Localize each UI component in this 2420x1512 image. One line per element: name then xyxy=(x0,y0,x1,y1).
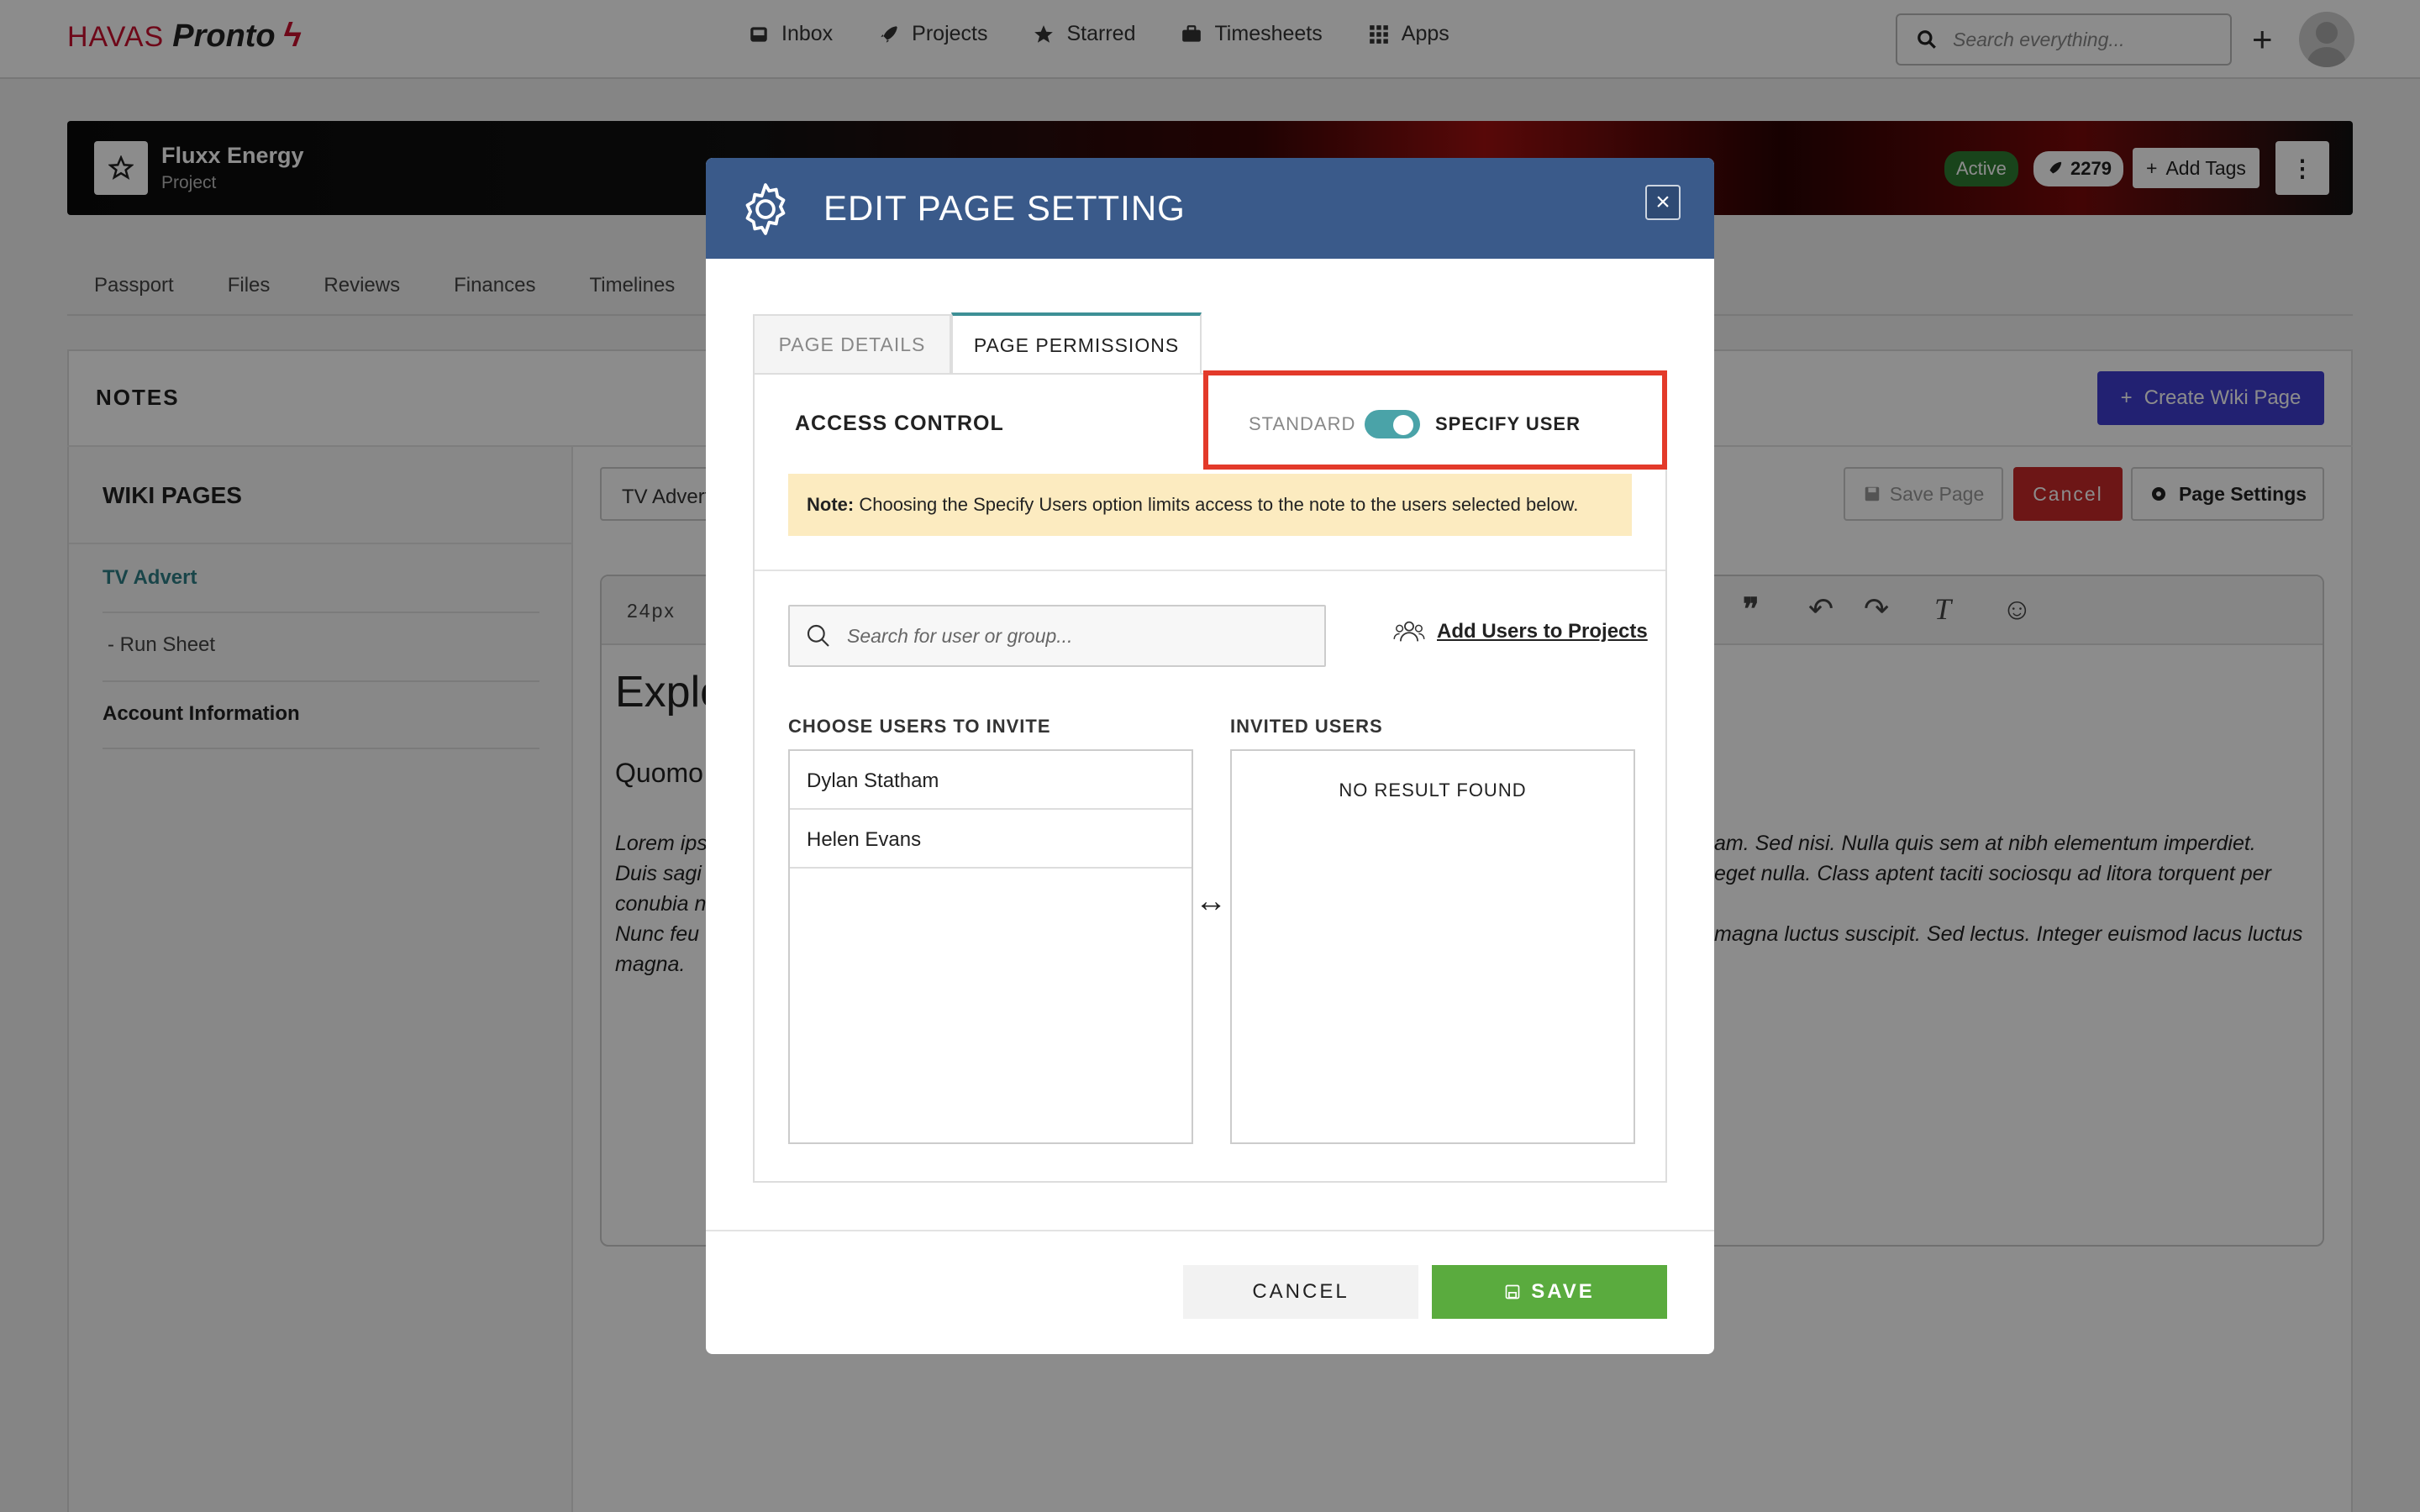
invited-users-list xyxy=(1230,749,1635,1144)
invited-users-heading: INVITED USERS xyxy=(1230,716,1383,737)
close-icon[interactable]: × xyxy=(1645,185,1681,220)
permissions-note: Note: Choosing the Specify Users option … xyxy=(788,474,1632,536)
user-list-item-dylan-statham[interactable]: Dylan Statham xyxy=(790,751,1192,810)
note-text: Choosing the Specify Users option limits… xyxy=(854,494,1579,515)
save-label: SAVE xyxy=(1531,1280,1595,1303)
access-control-label: ACCESS CONTROL xyxy=(795,412,1004,435)
search-icon xyxy=(807,624,829,647)
highlight-annotation-box xyxy=(1203,370,1667,470)
gear-icon xyxy=(745,183,786,235)
user-search-input[interactable]: Search for user or group... xyxy=(788,605,1326,667)
add-users-to-projects-link[interactable]: Add Users to Projects xyxy=(1393,618,1648,645)
users-group-icon xyxy=(1393,621,1425,642)
add-users-label: Add Users to Projects xyxy=(1437,620,1648,643)
choose-users-heading: CHOOSE USERS TO INVITE xyxy=(788,716,1051,737)
modal-section-divider xyxy=(755,570,1665,571)
note-prefix: Note: xyxy=(807,494,855,515)
save-icon xyxy=(1505,1284,1520,1299)
tab-page-details[interactable]: PAGE DETAILS xyxy=(753,314,951,373)
modal-footer-divider xyxy=(706,1230,1714,1231)
modal-title: EDIT PAGE SETTING xyxy=(823,188,1186,228)
save-button[interactable]: SAVE xyxy=(1432,1265,1667,1319)
no-result-message: NO RESULT FOUND xyxy=(1339,780,1527,801)
user-search-placeholder: Search for user or group... xyxy=(847,624,1073,647)
cancel-button[interactable]: CANCEL xyxy=(1183,1265,1418,1319)
user-list-item-helen-evans[interactable]: Helen Evans xyxy=(790,810,1192,869)
transfer-arrows-icon: ↔ xyxy=(1195,884,1227,919)
tab-page-permissions[interactable]: PAGE PERMISSIONS xyxy=(951,312,1202,375)
